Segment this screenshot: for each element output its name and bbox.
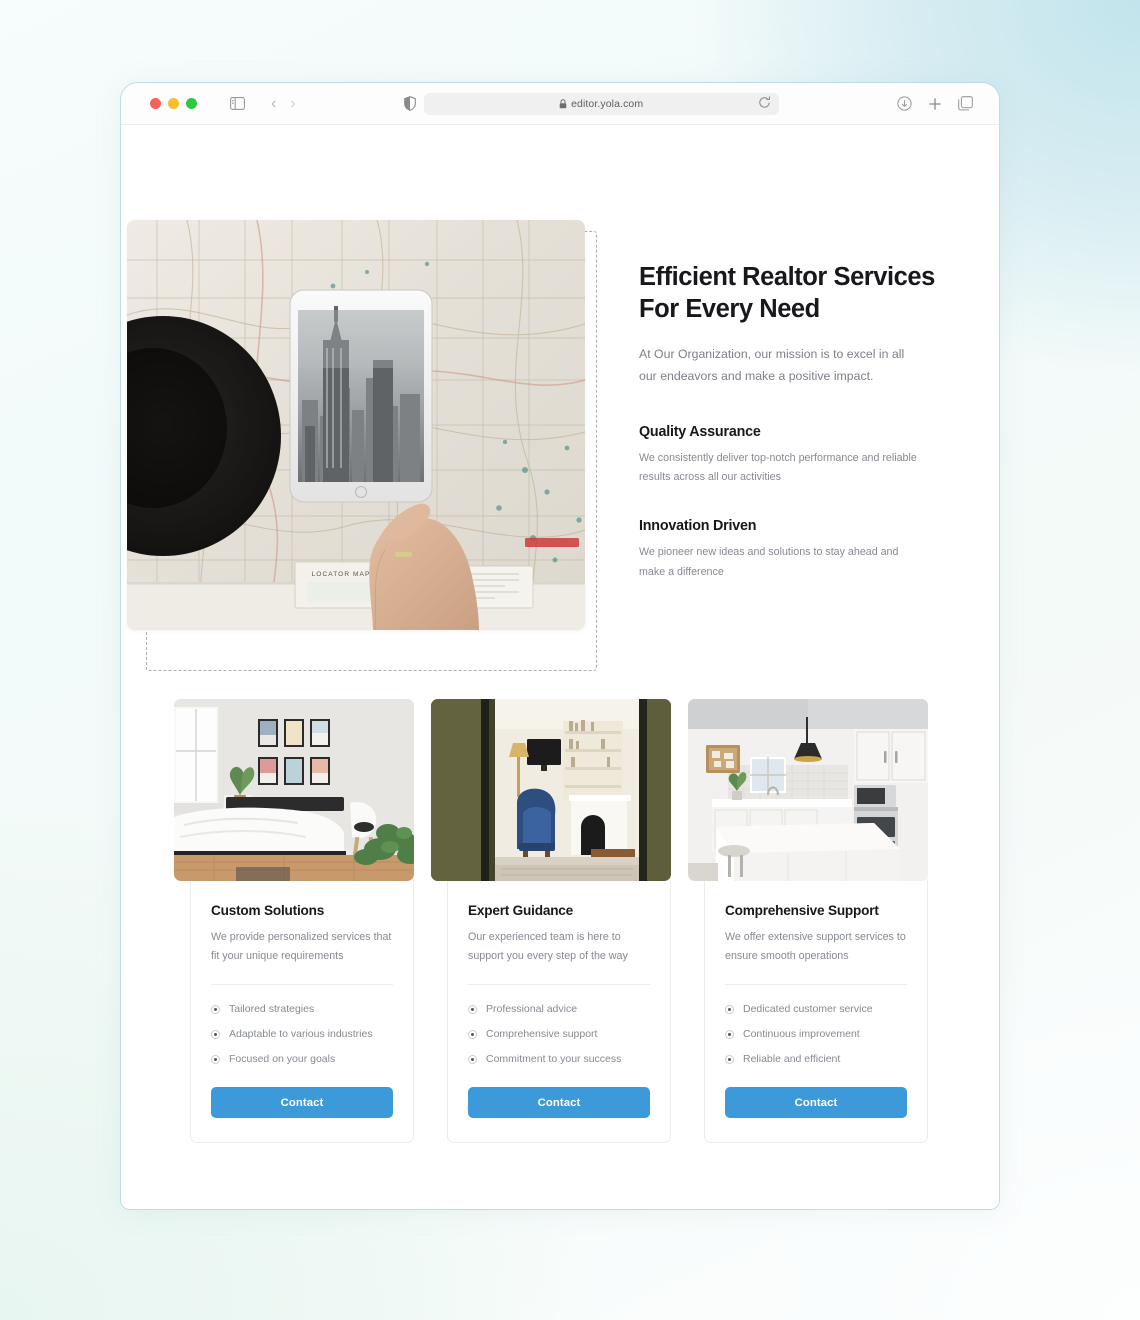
contact-button[interactable]: Contact <box>468 1087 650 1119</box>
tab-overview-icon[interactable] <box>958 96 973 111</box>
card-divider <box>211 984 393 986</box>
bullet-dot-icon <box>468 1029 477 1039</box>
address-bar[interactable]: editor.yola.com <box>423 92 779 115</box>
card-title: Expert Guidance <box>468 903 574 918</box>
feature-quality-assurance: Quality Assurance We consistently delive… <box>639 424 939 488</box>
card-title: Custom Solutions <box>211 903 325 918</box>
list-item: Commitment to your success <box>468 1053 650 1065</box>
card-bullet-list: Tailored strategies Adaptable to various… <box>211 1003 393 1065</box>
bullet-dot-icon <box>211 1054 220 1064</box>
feature-innovation-driven: Innovation Driven We pioneer new ideas a… <box>639 518 939 582</box>
bullet-label: Focused on your goals <box>229 1053 336 1066</box>
bullet-dot-icon <box>211 1029 220 1039</box>
hero-text-block: Efficient Realtor Services For Every Nee… <box>639 261 939 582</box>
feature-body: We pioneer new ideas and solutions to st… <box>639 546 899 578</box>
list-item: Tailored strategies <box>211 1003 393 1015</box>
list-item: Comprehensive support <box>468 1028 650 1040</box>
reload-icon[interactable] <box>758 95 771 114</box>
card-image-kitchen[interactable] <box>688 699 928 881</box>
browser-toolbar: ‹ › editor.yola.com <box>121 83 999 125</box>
card-image-living-room[interactable] <box>431 699 671 881</box>
feature-body: We consistently deliver top-notch perfor… <box>639 451 917 483</box>
bullet-label: Comprehensive support <box>486 1028 598 1041</box>
list-item: Continuous improvement <box>725 1028 907 1040</box>
contact-button[interactable]: Contact <box>211 1087 393 1119</box>
card-body: Custom Solutions We provide personalized… <box>190 875 414 1144</box>
list-item: Adaptable to various industries <box>211 1028 393 1040</box>
feature-title: Innovation Driven <box>639 518 757 535</box>
bullet-dot-icon <box>468 1004 477 1014</box>
card-description: We offer extensive support services to e… <box>725 931 906 963</box>
card-title: Comprehensive Support <box>725 903 879 918</box>
url-text: editor.yola.com <box>571 97 644 110</box>
window-traffic-lights[interactable] <box>150 98 197 109</box>
forward-button[interactable]: › <box>290 95 295 112</box>
card-bullet-list: Professional advice Comprehensive suppor… <box>468 1003 650 1065</box>
zoom-window-button[interactable] <box>186 98 197 109</box>
card-description: Our experienced team is here to support … <box>468 931 628 963</box>
lock-icon <box>559 98 567 109</box>
card-bullet-list: Dedicated customer service Continuous im… <box>725 1003 907 1065</box>
plus-icon[interactable] <box>928 97 942 111</box>
page-viewport: LOCATOR MAP Efficient Realtor Services F… <box>121 125 999 1209</box>
toolbar-right-actions <box>897 96 985 111</box>
card-image-bedroom[interactable] <box>174 699 414 881</box>
card-body: Expert Guidance Our experienced team is … <box>447 875 671 1144</box>
bullet-label: Adaptable to various industries <box>229 1028 373 1041</box>
svg-text:LOCATOR MAP: LOCATOR MAP <box>312 571 371 578</box>
sidebar-toggle-icon[interactable] <box>230 97 245 110</box>
bullet-label: Professional advice <box>486 1003 578 1016</box>
bullet-dot-icon <box>211 1004 220 1014</box>
bullet-label: Dedicated customer service <box>743 1003 873 1016</box>
bullet-label: Commitment to your success <box>486 1053 622 1066</box>
hero-subtitle: At Our Organization, our mission is to e… <box>639 346 905 383</box>
browser-window: ‹ › editor.yola.com LOCATOR MAP Efficien… <box>120 82 1000 1210</box>
bullet-dot-icon <box>725 1029 734 1039</box>
hero-image-selection-box[interactable]: LOCATOR MAP <box>127 220 597 671</box>
close-window-button[interactable] <box>150 98 161 109</box>
bullet-label: Tailored strategies <box>229 1003 315 1016</box>
navigation-arrows[interactable]: ‹ › <box>271 95 296 112</box>
bullet-dot-icon <box>725 1054 734 1064</box>
bullet-label: Reliable and efficient <box>743 1053 841 1066</box>
back-button[interactable]: ‹ <box>271 95 276 112</box>
list-item: Reliable and efficient <box>725 1053 907 1065</box>
download-icon[interactable] <box>897 96 912 111</box>
list-item: Dedicated customer service <box>725 1003 907 1015</box>
contact-button[interactable]: Contact <box>725 1087 907 1119</box>
feature-title: Quality Assurance <box>639 423 761 440</box>
minimize-window-button[interactable] <box>168 98 179 109</box>
list-item: Professional advice <box>468 1003 650 1015</box>
card-body: Comprehensive Support We offer extensive… <box>704 875 928 1144</box>
privacy-shield-icon[interactable] <box>403 96 416 111</box>
list-item: Focused on your goals <box>211 1053 393 1065</box>
card-divider <box>725 984 907 986</box>
hero-image[interactable]: LOCATOR MAP <box>127 220 585 630</box>
bullet-dot-icon <box>468 1054 477 1064</box>
card-description: We provide personalized services that fi… <box>211 931 392 963</box>
card-divider <box>468 984 650 986</box>
page-title: Efficient Realtor Services For Every Nee… <box>639 263 935 324</box>
bullet-label: Continuous improvement <box>743 1028 860 1041</box>
bullet-dot-icon <box>725 1004 734 1014</box>
